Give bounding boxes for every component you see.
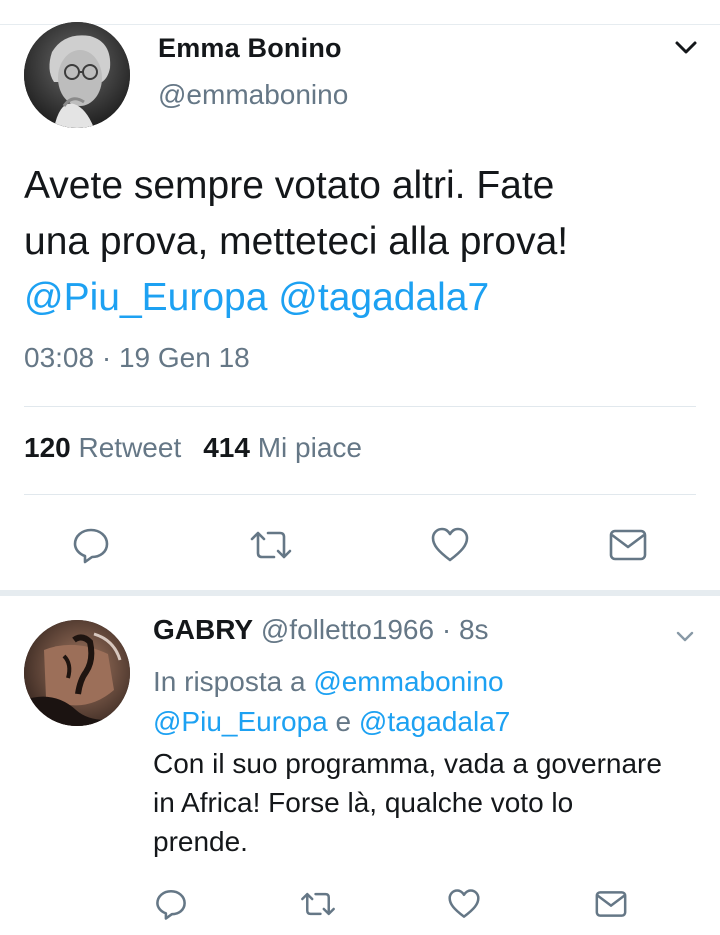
like-button[interactable] — [446, 886, 482, 922]
like-label: Mi piace — [257, 432, 362, 463]
reply-text: Con il suo programma, vada a governare i… — [153, 744, 703, 861]
retweet-button[interactable] — [248, 524, 294, 566]
divider — [24, 406, 696, 407]
heart-icon — [431, 527, 469, 562]
author-avatar[interactable] — [24, 22, 130, 128]
chevron-down-icon[interactable] — [674, 627, 696, 645]
tweet-stats: 120 Retweet 414 Mi piace — [24, 432, 362, 464]
reply-time-ago: · 8s — [441, 614, 489, 645]
heart-icon — [448, 889, 480, 918]
tweet-text-line-1: Avete sempre votato altri. Fate — [24, 164, 555, 207]
like-button[interactable] — [429, 524, 471, 566]
mail-icon — [595, 891, 627, 917]
tweet-timestamp[interactable]: 03:08 · 19 Gen 18 — [24, 342, 250, 374]
reply-header: GABRY @folletto1966 · 8s — [153, 614, 489, 646]
in-reply-to-label: In risposta a — [153, 666, 306, 697]
reply-button[interactable] — [70, 524, 112, 566]
mention-link[interactable]: @tagadala7 — [359, 706, 510, 737]
direct-message-button[interactable] — [594, 887, 628, 921]
reply-conjunction: e — [335, 706, 352, 737]
retweet-count: 120 — [24, 432, 71, 463]
author-handle[interactable]: @emmabonino — [158, 79, 348, 111]
author-name[interactable]: Emma Bonino — [158, 33, 342, 64]
retweet-stat[interactable]: 120 Retweet — [24, 432, 181, 463]
mention-link[interactable]: @Piu_Europa — [153, 706, 328, 737]
retweet-button[interactable] — [298, 886, 338, 922]
tweet-mentions: @Piu_Europa @tagadala7 — [24, 270, 704, 326]
section-divider — [0, 590, 720, 596]
reply-author-handle[interactable]: @folletto1966 — [261, 614, 434, 645]
mention-link[interactable]: @emmabonino — [313, 666, 503, 697]
mention-link[interactable]: @tagadala7 — [278, 276, 489, 319]
in-reply-to: In risposta a @emmabonino @Piu_Europa e … — [153, 662, 703, 742]
reply-text-line-3: prende. — [153, 826, 248, 857]
retweet-label: Retweet — [78, 432, 182, 463]
like-stat[interactable]: 414 Mi piace — [203, 432, 362, 463]
mail-icon — [609, 529, 647, 561]
reply-icon — [73, 528, 109, 564]
retweet-icon — [301, 892, 335, 916]
reply-icon — [156, 889, 186, 920]
reply-text-line-2: in Africa! Forse là, qualche voto lo — [153, 787, 574, 818]
like-count: 414 — [203, 432, 250, 463]
top-divider — [0, 24, 720, 25]
direct-message-button[interactable] — [608, 526, 648, 564]
reply-author-name[interactable]: GABRY — [153, 614, 253, 645]
reply-text-line-1: Con il suo programma, vada a governare — [153, 748, 662, 779]
reply-button[interactable] — [153, 886, 189, 922]
chevron-down-icon[interactable] — [672, 36, 700, 58]
tweet-text: Avete sempre votato altri. Fate una prov… — [24, 158, 704, 326]
tweet-text-line-2: una prova, metteteci alla prova! — [24, 220, 569, 263]
mention-link[interactable]: @Piu_Europa — [24, 276, 267, 319]
reply-author-avatar[interactable] — [24, 620, 130, 726]
divider — [24, 494, 696, 495]
retweet-icon — [250, 531, 292, 559]
